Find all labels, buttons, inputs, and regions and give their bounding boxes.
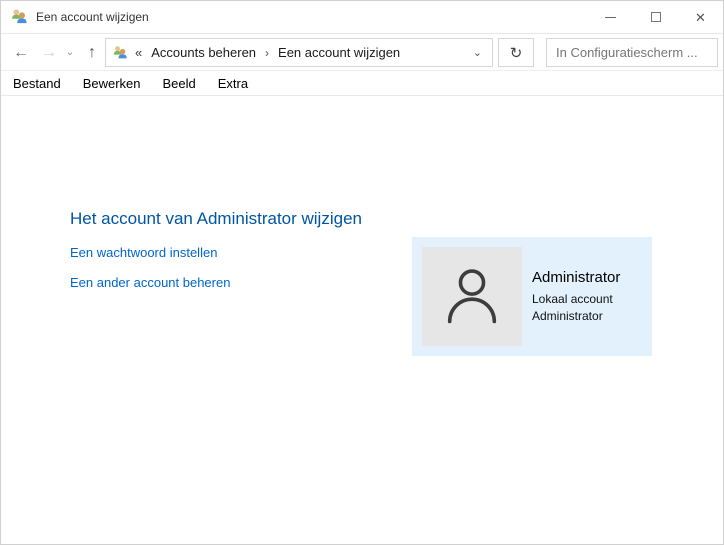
person-icon	[447, 268, 497, 323]
maximize-button[interactable]	[633, 1, 678, 33]
account-name: Administrator	[532, 269, 621, 286]
breadcrumb-separator-icon[interactable]: ›	[265, 46, 269, 60]
close-icon: ✕	[695, 9, 706, 25]
account-type: Lokaal account	[532, 292, 613, 306]
chevron-down-icon: ⌄	[65, 47, 75, 58]
menu-bar: Bestand Bewerken Beeld Extra	[1, 71, 723, 96]
menu-bestand[interactable]: Bestand	[11, 74, 63, 93]
up-icon: ↑	[88, 43, 96, 61]
avatar	[422, 247, 522, 346]
title-bar: Een account wijzigen ✕	[1, 1, 723, 34]
menu-extra[interactable]: Extra	[216, 74, 250, 93]
menu-bewerken[interactable]: Bewerken	[81, 74, 143, 93]
account-tile-text: Administrator Lokaal account Administrat…	[532, 269, 620, 325]
recent-pages-button[interactable]: ⌄	[61, 34, 79, 71]
breadcrumb-overflow-icon[interactable]: «	[135, 45, 142, 60]
page-title: Het account van Administrator wijzigen	[70, 209, 362, 228]
search-box	[546, 38, 723, 67]
close-button[interactable]: ✕	[678, 1, 723, 33]
minimize-button[interactable]	[588, 1, 633, 33]
navigation-toolbar: ← → ⌄ ↑ « Accounts beheren › Een account…	[1, 34, 723, 71]
refresh-icon: ↻	[509, 44, 523, 62]
menu-beeld[interactable]: Beeld	[161, 74, 198, 93]
maximize-icon	[650, 12, 661, 22]
control-panel-window: Een account wijzigen ✕ ← → ⌄ ↑ « Account…	[0, 0, 724, 545]
link-set-password[interactable]: Een wachtwoord instellen	[70, 245, 217, 260]
window-title: Een account wijzigen	[36, 10, 149, 24]
account-role: Administrator	[532, 309, 603, 323]
refresh-button[interactable]: ↻	[498, 38, 534, 67]
up-button[interactable]: ↑	[79, 34, 105, 71]
address-bar[interactable]: « Accounts beheren › Een account wijzige…	[105, 38, 493, 67]
forward-icon: →	[41, 43, 57, 61]
back-icon: ←	[13, 43, 29, 61]
user-accounts-icon	[113, 45, 127, 58]
back-button[interactable]: ←	[7, 34, 35, 71]
main-content: Het account van Administrator wijzigen E…	[1, 96, 723, 544]
minimize-icon	[605, 16, 616, 18]
breadcrumb-een-account-wijzigen[interactable]: Een account wijzigen	[278, 45, 400, 60]
search-input[interactable]	[547, 39, 723, 66]
breadcrumb-accounts-beheren[interactable]: Accounts beheren	[151, 45, 256, 60]
account-tile[interactable]: Administrator Lokaal account Administrat…	[412, 237, 652, 356]
user-accounts-icon	[12, 9, 27, 24]
address-dropdown-icon[interactable]: ⌄	[473, 46, 482, 59]
link-manage-another-account[interactable]: Een ander account beheren	[70, 275, 230, 290]
forward-button[interactable]: →	[35, 34, 63, 71]
